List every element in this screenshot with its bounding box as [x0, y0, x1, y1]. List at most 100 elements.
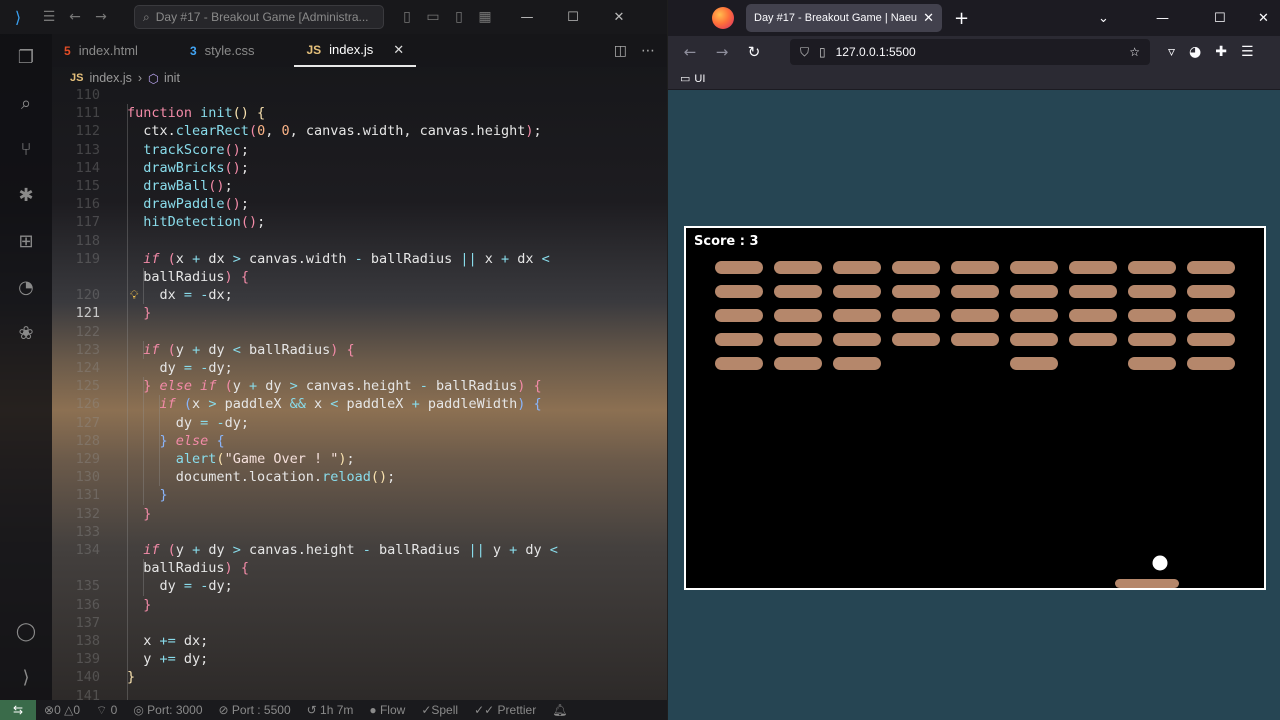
session-timer[interactable]: ↺ 1h 7m — [307, 703, 354, 717]
code-token: ballRadius — [362, 250, 461, 267]
paw-icon[interactable]: ❀ — [0, 310, 52, 356]
bookmarks-toolbar: ▭ UI — [668, 68, 1280, 90]
ports-indicator[interactable]: ⌔ 0 — [96, 703, 117, 718]
maximize-button[interactable]: ☐ — [550, 0, 596, 34]
notification-bell-icon[interactable]: 🔔︎ — [552, 703, 567, 717]
indent-guide — [127, 104, 128, 700]
function-symbol-icon: ⬡ — [148, 71, 159, 86]
line-number: 130 — [75, 469, 100, 486]
tab-style-css[interactable]: 3 style.css — [178, 34, 295, 67]
code-line: 136 } — [52, 596, 667, 614]
minimize-button[interactable]: — — [1156, 0, 1169, 36]
brick — [715, 261, 763, 274]
line-number: 129 — [75, 451, 100, 467]
remote-icon[interactable]: ⇆ — [0, 700, 36, 720]
code-line: 126 if (x > paddleX && x < paddleX + pad… — [52, 395, 667, 413]
forward-arrow-icon[interactable]: → — [88, 0, 114, 34]
code-token: y — [175, 341, 193, 358]
paddle[interactable] — [1115, 579, 1179, 588]
code-token: 0 — [257, 123, 266, 140]
code-line: 123 if (y + dy < ballRadius) { — [52, 341, 667, 359]
spell-status[interactable]: ✓Spell — [421, 703, 458, 717]
minimize-button[interactable]: — — [504, 0, 550, 34]
brick — [774, 261, 822, 274]
line-number: 117 — [75, 214, 100, 231]
code-line: ballRadius) { — [52, 268, 667, 286]
debug-icon[interactable]: ✱ — [0, 172, 52, 218]
pocket-icon[interactable]: ▿ — [1168, 44, 1175, 60]
tab-index-html[interactable]: 5 index.html — [52, 34, 178, 67]
customize-layout-icon[interactable]: ▦ — [472, 0, 498, 34]
toggle-panel-icon[interactable]: ▭ — [420, 0, 446, 34]
game-canvas[interactable]: Score : 3 — [684, 226, 1266, 590]
prettier-status[interactable]: ✓✓ Prettier — [474, 703, 536, 717]
menu-icon[interactable]: ☰ — [36, 0, 62, 34]
code-token: ballRadius — [127, 560, 225, 577]
explorer-icon[interactable]: ❐ — [0, 34, 52, 80]
code-text: function init() { — [127, 104, 265, 122]
close-tab-icon[interactable]: ✕ — [923, 10, 934, 26]
tab-index-js[interactable]: JS index.js ✕ — [294, 34, 417, 67]
brick — [833, 309, 881, 322]
line-number: 119 — [75, 250, 100, 267]
extension-avatar-icon[interactable]: ◕ — [1189, 44, 1201, 60]
back-arrow-icon[interactable]: ← — [62, 0, 88, 34]
code-line: 117 hitDetection(); — [52, 213, 667, 231]
flow-status[interactable]: ● Flow — [369, 703, 405, 717]
search-icon[interactable]: ⌕ — [0, 80, 52, 126]
shield-icon[interactable]: ⛉ — [800, 45, 809, 60]
toggle-secondary-sidebar-icon[interactable]: ▯ — [446, 0, 472, 34]
breadcrumb-file[interactable]: index.js — [89, 71, 131, 85]
code-token: += — [159, 651, 176, 668]
code-line: 131 } — [52, 486, 667, 504]
toggle-sidebar-icon[interactable]: ▯ — [394, 0, 420, 34]
page-info-icon[interactable]: ▯ — [819, 45, 826, 59]
problems-indicator[interactable]: ⊗0 △0 — [44, 703, 80, 717]
code-line: 118 — [52, 232, 667, 250]
double-check-icon: ✓✓ — [474, 703, 498, 717]
code-token: dy; — [224, 414, 249, 431]
url-bar[interactable]: ⛉ ▯ 127.0.0.1:5500 ☆ — [790, 39, 1150, 65]
code-token: dx — [200, 250, 233, 267]
close-window-button[interactable]: ✕ — [596, 0, 642, 34]
firefox-logo-icon — [712, 7, 734, 29]
source-control-icon[interactable]: ⑂ — [0, 126, 52, 172]
command-center-search[interactable]: ⌕ Day #17 - Breakout Game [Administra... — [134, 5, 384, 29]
account-icon[interactable]: ◯ — [0, 608, 52, 654]
git-graph-icon[interactable]: ◔ — [0, 264, 52, 310]
browser-tab[interactable]: Day #17 - Breakout Game | NaeuCode ✕ — [746, 4, 942, 32]
live-server-port[interactable]: ⊘ Port : 5500 — [219, 703, 291, 717]
javascript-icon: JS — [306, 42, 322, 57]
app-menu-icon[interactable]: ☰ — [1241, 44, 1254, 60]
error-icon: ⊗ — [44, 703, 55, 717]
bookmark-star-icon[interactable]: ☆ — [1129, 45, 1140, 59]
extensions-icon[interactable]: ⊞ — [0, 218, 52, 264]
vscode-manage-icon[interactable]: ⟩ — [0, 654, 52, 700]
list-tabs-icon[interactable]: ⌄ — [1098, 0, 1109, 36]
close-window-button[interactable]: ✕ — [1258, 0, 1269, 36]
code-text: } else { — [127, 432, 225, 450]
reload-icon[interactable]: ↻ — [738, 36, 770, 68]
forward-arrow-icon[interactable]: → — [706, 36, 738, 68]
new-tab-button[interactable]: + — [954, 8, 969, 29]
brick — [1128, 261, 1176, 274]
more-actions-icon[interactable]: ⋯ — [641, 43, 655, 59]
back-arrow-icon[interactable]: ← — [674, 36, 706, 68]
server-port-label: Port: 3000 — [147, 703, 203, 717]
code-token: ; — [346, 451, 355, 467]
code-text: ballRadius) { — [127, 268, 249, 286]
line-number: 132 — [75, 505, 100, 522]
code-text: drawPaddle(); — [127, 195, 249, 213]
maximize-button[interactable]: ☐ — [1214, 0, 1226, 36]
extensions-puzzle-icon[interactable]: ✚ — [1215, 44, 1227, 60]
bookmark-folder-ui[interactable]: UI — [694, 73, 705, 85]
breadcrumb-symbol[interactable]: init — [164, 71, 180, 85]
lightbulb-icon[interactable]: 💡︎ — [130, 288, 138, 303]
close-tab-icon[interactable]: ✕ — [393, 42, 404, 58]
split-editor-icon[interactable]: ◫ — [614, 43, 627, 59]
server-port[interactable]: ◎ Port: 3000 — [133, 703, 202, 717]
line-number: 141 — [75, 687, 100, 700]
code-token: > — [289, 378, 298, 395]
code-editor[interactable]: 110 111 function init() {112 ctx.clearRect… — [52, 86, 667, 700]
prettier-label: Prettier — [497, 703, 537, 717]
